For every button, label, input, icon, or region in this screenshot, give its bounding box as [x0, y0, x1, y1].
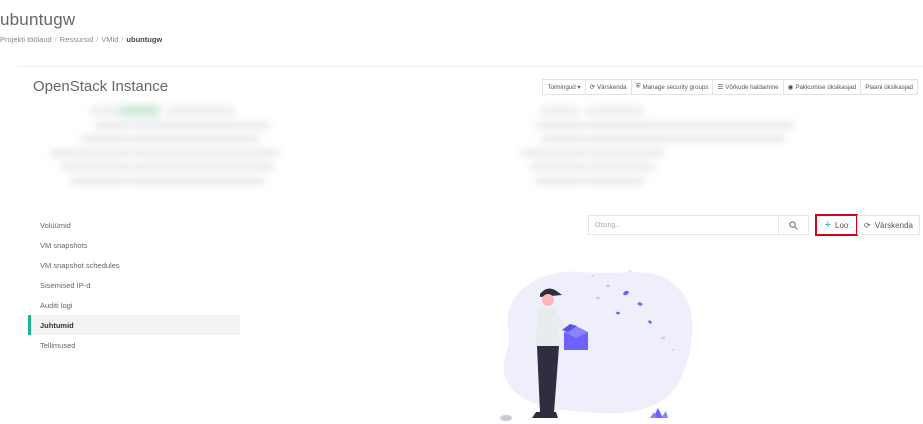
subnav-item-label: VM snapshot schedules — [40, 260, 120, 270]
create-issue-button[interactable]: + Loo — [815, 214, 858, 236]
manage-security-groups-label: Manage security groups — [642, 83, 709, 91]
panel-title: OpenStack Instance — [33, 78, 169, 95]
refresh-instance-button[interactable]: ⟳ Värskenda — [584, 79, 632, 95]
breadcrumb: Projekti töölaud / Ressursid / VMid / ubuntugw — [0, 35, 163, 44]
plan-details-button[interactable]: Plaani üksikasjad — [860, 79, 918, 95]
subnav-item-label: Tellimused — [40, 340, 76, 350]
page-title: ubuntugw — [0, 10, 76, 29]
eye-icon: ◉ — [787, 84, 794, 91]
redacted-details-left — [30, 100, 290, 195]
search-icon — [789, 220, 798, 230]
search-input[interactable] — [589, 216, 778, 234]
plan-details-label: Plaani üksikasjad — [865, 83, 913, 91]
header-divider — [18, 66, 923, 67]
redacted-details-right — [510, 100, 810, 195]
shield-icon: ⛨ — [635, 83, 641, 90]
subnav-item-issues[interactable]: Juhtumid — [28, 315, 240, 335]
breadcrumb-item-resources[interactable]: Ressursid — [60, 35, 93, 44]
refresh-issues-label: Värskenda — [874, 220, 913, 230]
issues-search — [588, 215, 809, 235]
refresh-icon: ⟳ — [589, 84, 595, 91]
refresh-icon: ⟳ — [864, 220, 871, 230]
breadcrumb-item-vms[interactable]: VMid — [101, 35, 118, 44]
actions-dropdown-label: Toimingud ▾ — [547, 83, 581, 91]
refresh-issues-button[interactable]: ⟳ Värskenda — [857, 215, 920, 235]
subnav-item-orders[interactable]: Tellimused — [28, 335, 240, 355]
subnav-item-label: VM snapshots — [40, 240, 88, 250]
subnav-item-vm-snapshots[interactable]: VM snapshots — [28, 235, 240, 255]
search-button[interactable] — [778, 216, 808, 234]
subnav-item-audit-log[interactable]: Auditi logi — [28, 295, 240, 315]
network-management-label: Võrkude haldamine — [725, 83, 779, 91]
subnav-item-label: Auditi logi — [40, 300, 73, 310]
subnav-item-label: Sisemised IP-d — [40, 280, 91, 290]
network-management-button[interactable]: ☰ Võrkude haldamine — [712, 79, 784, 95]
create-issue-label: Loo — [835, 220, 849, 230]
breadcrumb-item-current: ubuntugw — [126, 35, 163, 44]
manage-security-groups-button[interactable]: ⛨ Manage security groups — [630, 79, 714, 95]
instance-subnav: Volüümid VM snapshots VM snapshot schedu… — [28, 215, 240, 355]
actions-dropdown-button[interactable]: Toimingud ▾ — [542, 79, 586, 95]
empty-state-illustration — [500, 270, 693, 421]
offering-details-label: Pakkumise üksikasjad — [795, 83, 857, 91]
refresh-instance-label: Värskenda — [596, 83, 627, 91]
breadcrumb-item-dashboard[interactable]: Projekti töölaud — [0, 35, 52, 44]
subnav-item-label: Juhtumid — [40, 320, 74, 330]
page-header: ubuntugw Projekti töölaud / Ressursid / VMid… — [0, 0, 923, 52]
offering-details-button[interactable]: ◉ Pakkumise üksikasjad — [782, 79, 862, 95]
list-icon: ☰ — [717, 84, 724, 91]
subnav-item-vm-snapshot-schedules[interactable]: VM snapshot schedules — [28, 255, 240, 275]
plus-icon: + — [824, 218, 832, 231]
instance-toolbar: Toimingud ▾ ⟳ Värskenda ⛨ Manage securit… — [542, 79, 918, 95]
subnav-item-label: Volüümid — [40, 220, 71, 230]
subnav-item-internal-ips[interactable]: Sisemised IP-d — [28, 275, 240, 295]
subnav-item-volumes[interactable]: Volüümid — [28, 215, 240, 235]
